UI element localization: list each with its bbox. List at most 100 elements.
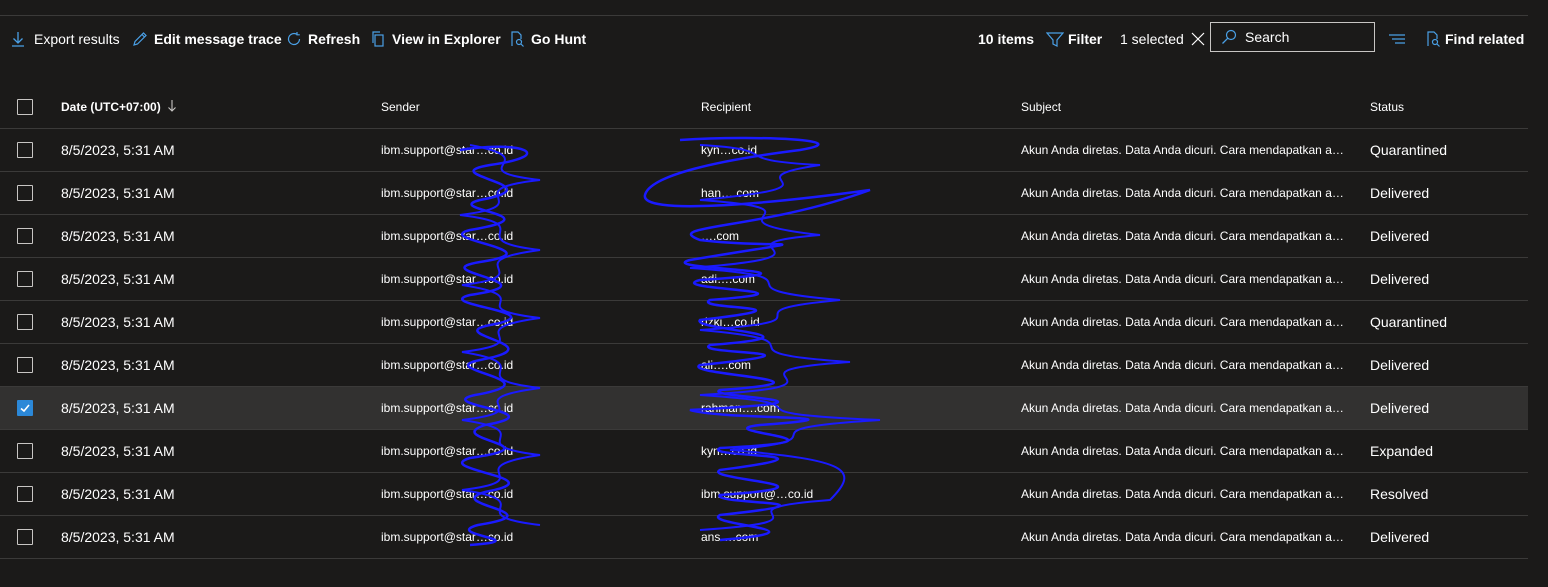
view-in-explorer-button[interactable]: View in Explorer — [370, 22, 501, 56]
status-cell: Expanded — [1370, 443, 1434, 459]
subject-cell: Akun Anda diretas. Data Anda dicuri. Car… — [1021, 430, 1348, 472]
table-row[interactable]: 8/5/2023, 5:31 AM ibm.support@star…co.id h… — [0, 172, 1528, 215]
subject-cell: Akun Anda diretas. Data Anda dicuri. Car… — [1021, 301, 1348, 343]
items-count: 10 items — [978, 22, 1034, 56]
table-row[interactable]: 8/5/2023, 5:31 AM ibm.support@star…co.id a… — [0, 516, 1528, 559]
search-icon — [1221, 29, 1237, 45]
column-header-recipient[interactable]: Recipient — [701, 86, 1001, 128]
command-bar: Export results Edit message trace Refres… — [0, 22, 1548, 56]
filter-label: Filter — [1068, 31, 1103, 47]
sender-cell: ibm.support@star…co.id — [381, 401, 514, 415]
status-cell: Delivered — [1370, 529, 1430, 545]
export-results-button[interactable]: Export results — [10, 22, 120, 56]
row-check-cell — [17, 473, 35, 515]
refresh-button[interactable]: Refresh — [286, 22, 360, 56]
row-checkbox[interactable] — [17, 400, 33, 416]
row-check-cell — [17, 301, 35, 343]
subject-text: Akun Anda diretas. Data Anda dicuri. Car… — [1021, 186, 1348, 200]
row-checkbox[interactable] — [17, 529, 33, 545]
table-header-row: Date (UTC+07:00) Sender Recipient Subjec… — [0, 86, 1528, 129]
recipient-cell: kyn…co.id — [701, 143, 758, 157]
row-checkbox[interactable] — [17, 314, 33, 330]
table-row[interactable]: 8/5/2023, 5:31 AM ibm.support@star…co.id r… — [0, 387, 1528, 430]
recipient-cell: ….com — [701, 229, 740, 243]
edit-icon — [132, 31, 148, 47]
date-cell: 8/5/2023, 5:31 AM — [61, 443, 175, 459]
row-check-cell — [17, 258, 35, 300]
recipient-cell: ans….com — [701, 530, 759, 544]
table-row[interactable]: 8/5/2023, 5:31 AM ibm.support@star…co.id r… — [0, 301, 1528, 344]
row-checkbox[interactable] — [17, 271, 33, 287]
sender-cell: ibm.support@star…co.id — [381, 186, 514, 200]
edit-message-trace-label: Edit message trace — [154, 31, 282, 47]
status-cell: Delivered — [1370, 400, 1430, 416]
top-divider — [0, 15, 1528, 16]
date-cell: 8/5/2023, 5:31 AM — [61, 400, 175, 416]
search-box[interactable] — [1210, 22, 1375, 52]
date-cell: 8/5/2023, 5:31 AM — [61, 529, 175, 545]
column-header-status[interactable]: Status — [1370, 86, 1520, 128]
recipient-cell: rizki…co.id — [701, 315, 760, 329]
date-cell: 8/5/2023, 5:31 AM — [61, 314, 175, 330]
row-check-cell — [17, 344, 35, 386]
table-row[interactable]: 8/5/2023, 5:31 AM ibm.support@star…co.id k… — [0, 129, 1528, 172]
row-check-cell — [17, 430, 35, 472]
row-checkbox[interactable] — [17, 185, 33, 201]
date-cell: 8/5/2023, 5:31 AM — [61, 271, 175, 287]
row-check-cell — [17, 387, 35, 429]
sender-cell: ibm.support@star…co.id — [381, 530, 514, 544]
sender-cell: ibm.support@star…co.id — [381, 444, 514, 458]
subject-text: Akun Anda diretas. Data Anda dicuri. Car… — [1021, 530, 1348, 544]
sender-cell: ibm.support@star…co.id — [381, 143, 514, 157]
sender-cell: ibm.support@star…co.id — [381, 229, 514, 243]
go-hunt-button[interactable]: Go Hunt — [509, 22, 586, 56]
subject-text: Akun Anda diretas. Data Anda dicuri. Car… — [1021, 272, 1348, 286]
edit-message-trace-button[interactable]: Edit message trace — [132, 22, 282, 56]
recipient-cell: rahman….com — [701, 401, 780, 415]
row-checkbox[interactable] — [17, 443, 33, 459]
column-header-sender-label: Sender — [381, 100, 420, 114]
subject-text: Akun Anda diretas. Data Anda dicuri. Car… — [1021, 401, 1348, 415]
subject-text: Akun Anda diretas. Data Anda dicuri. Car… — [1021, 315, 1348, 329]
group-by-button[interactable] — [1388, 22, 1405, 56]
column-header-date[interactable]: Date (UTC+07:00) — [61, 86, 361, 128]
row-checkbox[interactable] — [17, 486, 33, 502]
row-checkbox[interactable] — [17, 142, 33, 158]
close-icon[interactable] — [1190, 31, 1206, 47]
recipient-cell: kyn…co.id — [701, 444, 758, 458]
sort-down-icon — [167, 99, 177, 116]
table-body: 8/5/2023, 5:31 AM ibm.support@star…co.id k… — [0, 129, 1528, 559]
row-check-cell — [17, 516, 35, 558]
subject-cell: Akun Anda diretas. Data Anda dicuri. Car… — [1021, 516, 1348, 558]
select-all-checkbox[interactable] — [17, 99, 33, 115]
date-cell: 8/5/2023, 5:31 AM — [61, 486, 175, 502]
table-row[interactable]: 8/5/2023, 5:31 AM ibm.support@star…co.id …… — [0, 215, 1528, 258]
table-row[interactable]: 8/5/2023, 5:31 AM ibm.support@star…co.id i… — [0, 473, 1528, 516]
export-results-label: Export results — [34, 31, 120, 47]
search-input[interactable] — [1245, 29, 1365, 45]
sender-cell: ibm.support@star…co.id — [381, 487, 514, 501]
subject-text: Akun Anda diretas. Data Anda dicuri. Car… — [1021, 143, 1348, 157]
subject-cell: Akun Anda diretas. Data Anda dicuri. Car… — [1021, 129, 1348, 171]
table-row[interactable]: 8/5/2023, 5:31 AM ibm.support@star…co.id k… — [0, 430, 1528, 473]
sender-cell: ibm.support@star…co.id — [381, 358, 514, 372]
selected-count-label: 1 selected — [1120, 31, 1184, 47]
row-checkbox[interactable] — [17, 228, 33, 244]
subject-text: Akun Anda diretas. Data Anda dicuri. Car… — [1021, 444, 1348, 458]
status-cell: Delivered — [1370, 271, 1430, 287]
filter-icon — [1046, 31, 1064, 47]
date-cell: 8/5/2023, 5:31 AM — [61, 142, 175, 158]
recipient-cell: adi….com — [701, 272, 756, 286]
status-cell: Delivered — [1370, 228, 1430, 244]
filter-button[interactable]: Filter — [1046, 22, 1102, 56]
message-table: Date (UTC+07:00) Sender Recipient Subjec… — [0, 86, 1528, 559]
view-in-explorer-label: View in Explorer — [392, 31, 501, 47]
column-header-sender[interactable]: Sender — [381, 86, 681, 128]
subject-text: Akun Anda diretas. Data Anda dicuri. Car… — [1021, 358, 1348, 372]
table-row[interactable]: 8/5/2023, 5:31 AM ibm.support@star…co.id a… — [0, 344, 1528, 387]
sender-cell: ibm.support@star…co.id — [381, 272, 514, 286]
column-header-subject[interactable]: Subject — [1021, 86, 1348, 128]
find-related-button[interactable]: Find related — [1425, 22, 1524, 56]
row-checkbox[interactable] — [17, 357, 33, 373]
table-row[interactable]: 8/5/2023, 5:31 AM ibm.support@star…co.id a… — [0, 258, 1528, 301]
